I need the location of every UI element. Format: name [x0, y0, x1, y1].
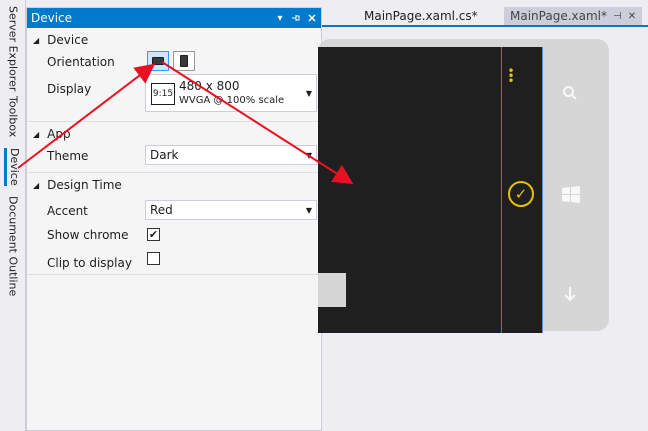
checkmark-icon: ✔ [148, 228, 159, 241]
section-design-time-title: Design Time [47, 178, 122, 192]
display-ratio-icon: 9:15 [151, 83, 175, 105]
tab-mainpage-xaml-cs[interactable]: MainPage.xaml.cs* [358, 7, 484, 25]
divider [27, 121, 321, 122]
section-app-title: App [47, 127, 71, 141]
clip-to-display-label: Clip to display [47, 256, 132, 270]
clip-to-display-checkbox[interactable] [147, 252, 160, 265]
tab-mainpage-xaml[interactable]: MainPage.xaml* ⊣ ✕ [504, 7, 643, 25]
phone-screen[interactable]: • • • ✓ [318, 47, 543, 333]
collapse-triangle-icon: ◢ [33, 35, 40, 45]
display-resolution: 480 x 800 [179, 79, 240, 93]
dropdown-icon[interactable]: ▾ [273, 11, 287, 25]
search-icon [562, 85, 578, 105]
divider [27, 172, 321, 173]
side-tab-server-explorer[interactable]: Server Explorer [4, 6, 22, 91]
document-tab-bar: MainPage.xaml.cs* MainPage.xaml* ⊣ ✕ [322, 7, 648, 27]
landscape-icon [152, 57, 164, 65]
content-block[interactable] [318, 273, 346, 307]
panel-title: Device [31, 11, 73, 25]
check-icon[interactable]: ✓ [508, 181, 534, 207]
close-icon[interactable]: ✕ [628, 11, 636, 22]
tab-label: MainPage.xaml* [510, 9, 607, 23]
show-chrome-checkbox[interactable]: ✔ [147, 228, 160, 241]
show-chrome-label: Show chrome [47, 228, 129, 242]
chevron-down-icon: ▼ [305, 206, 312, 215]
display-label: Display [47, 82, 92, 96]
design-surface: • • • ✓ [318, 29, 648, 431]
pin-icon[interactable] [289, 11, 303, 25]
windows-icon [561, 185, 581, 209]
orientation-label: Orientation [47, 55, 115, 69]
collapse-triangle-icon: ◢ [33, 129, 40, 139]
side-tab-toolbox[interactable]: Toolbox [4, 96, 22, 137]
theme-label: Theme [47, 149, 89, 163]
section-device-title: Device [47, 33, 89, 47]
tab-label: MainPage.xaml.cs* [364, 9, 478, 23]
landscape-orientation-button[interactable] [147, 51, 169, 71]
accent-dropdown[interactable]: Red ▼ [145, 200, 317, 220]
section-device-header[interactable]: ◢ Device [27, 30, 321, 50]
back-arrow-icon [562, 285, 578, 307]
device-panel: Device ▾ ◢ Device Orientation Display 9:… [26, 7, 322, 431]
section-app-header[interactable]: ◢ App [27, 124, 321, 144]
theme-dropdown[interactable]: Dark ▼ [145, 145, 317, 165]
accent-value: Red [150, 203, 173, 217]
side-tab-device[interactable]: Device [4, 148, 22, 186]
portrait-icon [180, 55, 188, 67]
panel-title-bar: Device ▾ [27, 8, 321, 28]
section-design-time-header[interactable]: ◢ Design Time [27, 175, 321, 195]
side-tool-strip: Server Explorer Toolbox Device Document … [0, 0, 26, 431]
portrait-orientation-button[interactable] [173, 51, 195, 71]
chevron-down-icon: ▼ [305, 89, 312, 98]
display-scale: WVGA @ 100% scale [179, 95, 285, 106]
chevron-down-icon: ▼ [305, 151, 312, 160]
phone-chrome: • • • ✓ [318, 39, 609, 333]
theme-value: Dark [150, 148, 179, 162]
accent-label: Accent [47, 204, 88, 218]
divider [27, 274, 321, 275]
display-dropdown[interactable]: 9:15 480 x 800 WVGA @ 100% scale ▼ [145, 74, 317, 112]
close-icon[interactable] [305, 11, 319, 25]
side-tab-document-outline[interactable]: Document Outline [4, 196, 22, 296]
collapse-triangle-icon: ◢ [33, 180, 40, 190]
ellipsis-icon[interactable]: • • • [506, 65, 516, 87]
pin-icon[interactable]: ⊣ [613, 11, 622, 22]
